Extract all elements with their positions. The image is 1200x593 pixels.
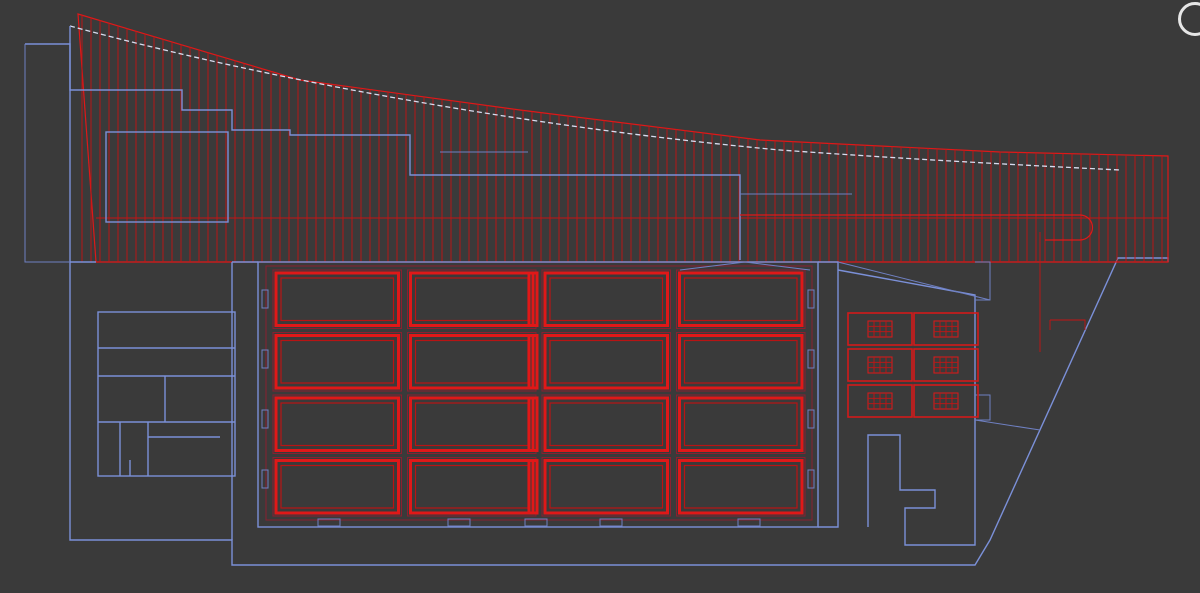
roof-eave-line — [440, 151, 852, 195]
storage-bay — [407, 394, 537, 454]
mechanical-unit — [847, 384, 913, 418]
side-tab — [807, 409, 815, 429]
storage-bay — [676, 394, 806, 454]
storage-bay — [676, 269, 806, 329]
side-tab — [807, 349, 815, 369]
roof-canopy — [69, 13, 1169, 263]
unit-grid — [847, 312, 979, 418]
side-tab — [261, 409, 269, 429]
side-tab — [807, 469, 815, 489]
mechanical-unit — [847, 312, 913, 346]
storage-bay — [541, 394, 671, 454]
storage-bay — [272, 457, 402, 517]
storage-bay — [407, 457, 537, 517]
mechanical-unit — [913, 312, 979, 346]
storage-bay — [541, 269, 671, 329]
roof-outline — [77, 13, 1169, 263]
side-tab — [261, 349, 269, 369]
central-hall — [257, 261, 819, 528]
mechanical-unit — [913, 348, 979, 382]
cad-viewport[interactable] — [0, 0, 1200, 593]
circle-logo-icon — [1170, 0, 1200, 40]
bay-grid — [261, 269, 815, 527]
storage-bay — [272, 332, 402, 392]
mechanical-unit — [847, 348, 913, 382]
storage-bay — [407, 269, 537, 329]
site-boundary — [25, 43, 1169, 566]
storage-bay — [541, 457, 671, 517]
right-mechanical-block — [818, 232, 1086, 546]
roof-edge-return — [69, 26, 741, 260]
roof-inset-box — [105, 131, 229, 223]
storage-bay — [676, 332, 806, 392]
floor-plan-drawing — [24, 13, 1169, 566]
storage-bay — [407, 332, 537, 392]
storage-bay — [272, 394, 402, 454]
side-tab — [807, 289, 815, 309]
roof-hatch — [81, 15, 1168, 262]
left-service-block — [70, 261, 258, 540]
storage-bay — [272, 269, 402, 329]
side-tab — [261, 289, 269, 309]
site-outer-left — [24, 44, 70, 263]
storage-bay — [541, 332, 671, 392]
storage-bay — [676, 457, 806, 517]
mechanical-unit — [913, 384, 979, 418]
side-tab — [261, 469, 269, 489]
